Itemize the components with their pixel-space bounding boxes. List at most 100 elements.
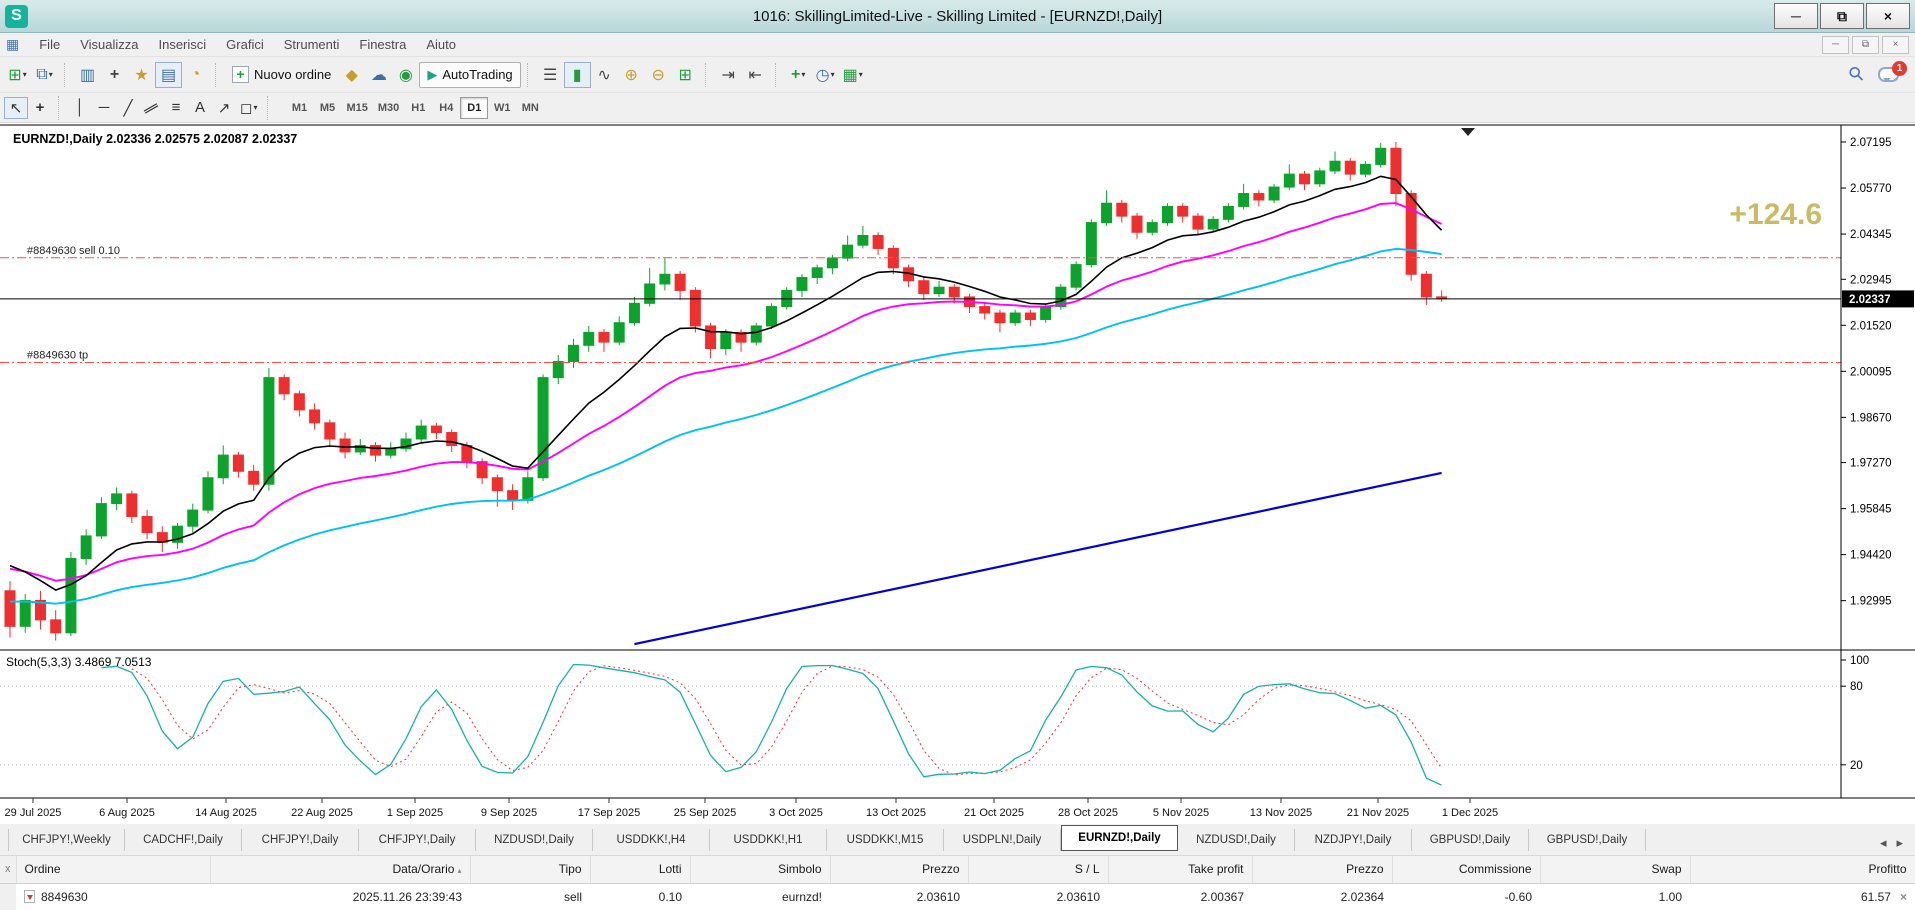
order-row[interactable]: 8849630 2025.11.26 23:39:43 sell 0.10 eu…	[0, 883, 1915, 910]
search-icon[interactable]: ⚲	[1844, 61, 1870, 87]
window-title: 1016: SkillingLimited-Live - Skilling Li…	[0, 8, 1915, 25]
arrow-tool[interactable]: ↗	[212, 97, 236, 119]
col-lotti[interactable]: Lotti	[590, 856, 690, 883]
toolbar-separator	[705, 63, 711, 87]
crosshair-tool-button[interactable]: +	[28, 97, 52, 119]
timeframe-m30[interactable]: M30	[373, 97, 404, 119]
tab-usddkk-m15[interactable]: USDDKK!,M15	[827, 829, 944, 851]
menu-grafici[interactable]: Grafici	[216, 35, 274, 54]
child-minimize-icon[interactable]: ─	[1822, 36, 1849, 54]
tab-chfjpy-weekly[interactable]: CHFJPY!,Weekly	[8, 829, 125, 851]
chart-shift-button[interactable]: ⇤	[742, 62, 769, 88]
child-restore-icon[interactable]: ⧉	[1852, 36, 1879, 54]
signals-button[interactable]: ◉	[392, 62, 419, 88]
cell-commissione: -0.60	[1392, 883, 1540, 910]
line-chart-button[interactable]: ∿	[591, 62, 618, 88]
tab-eurnzd-daily[interactable]: EURNZD!,Daily	[1061, 825, 1178, 851]
shapes-tool[interactable]: ◻▾	[236, 97, 261, 119]
menu-aiuto[interactable]: Aiuto	[416, 35, 466, 54]
navigator-button[interactable]: ★	[128, 62, 155, 88]
menu-visualizza[interactable]: Visualizza	[70, 35, 148, 54]
tab-scroll-left-icon[interactable]: ◂	[1880, 835, 1887, 851]
notifications-icon[interactable]: 1	[1878, 67, 1899, 82]
channel-tool[interactable]: ∥	[140, 97, 164, 119]
zoom-out-button[interactable]: ⊖	[645, 62, 672, 88]
tab-gbpusd-daily-1[interactable]: GBPUSD!,Daily	[1412, 829, 1529, 851]
menu-finestra[interactable]: Finestra	[349, 35, 416, 54]
timeframe-m15[interactable]: M15	[341, 97, 372, 119]
tab-cadchf-daily[interactable]: CADCHF!,Daily	[125, 829, 242, 851]
tab-nzdusd-daily-2[interactable]: NZDUSD!,Daily	[1178, 829, 1295, 851]
strategy-tester-button[interactable]: ◔	[182, 62, 209, 88]
timeframe-m5[interactable]: M5	[313, 97, 341, 119]
terminal-button[interactable]: ▤	[155, 62, 182, 88]
text-tool[interactable]: A	[188, 97, 212, 119]
timeframe-d1[interactable]: D1	[460, 97, 488, 119]
timeframe-w1[interactable]: W1	[488, 97, 516, 119]
menu-file[interactable]: File	[29, 35, 70, 54]
col-data-orario[interactable]: Data/Orario▴	[210, 856, 470, 883]
candlestick-chart-button[interactable]: ▮	[564, 62, 591, 88]
profiles-icon: ⧉	[36, 66, 47, 84]
zoom-in-button[interactable]: ⊕	[618, 62, 645, 88]
col-take-profit[interactable]: Take profit	[1108, 856, 1252, 883]
cursor-tool-button[interactable]: ↖	[4, 97, 28, 119]
periods-button[interactable]: ◷▾	[812, 62, 839, 88]
col-profitto[interactable]: Profitto	[1690, 856, 1915, 883]
panel-close-icon[interactable]: x	[0, 856, 16, 883]
child-close-icon[interactable]: ×	[1882, 36, 1909, 54]
auto-scroll-button[interactable]: ⇥	[715, 62, 742, 88]
timeframe-h1[interactable]: H1	[404, 97, 432, 119]
market-watch-button[interactable]: ▥	[74, 62, 101, 88]
vertical-line-tool[interactable]: │	[68, 97, 92, 119]
autotrading-toggle[interactable]: ▶ AutoTrading	[419, 62, 520, 88]
profiles-button[interactable]: ⧉▾	[31, 62, 58, 88]
menu-strumenti[interactable]: Strumenti	[274, 35, 350, 54]
tab-nzdusd-daily-1[interactable]: NZDUSD!,Daily	[476, 829, 593, 851]
col-profitto-label: Profitto	[1868, 862, 1906, 876]
new-order-icon: +	[232, 66, 249, 83]
timeframe-h4[interactable]: H4	[432, 97, 460, 119]
col-commissione[interactable]: Commissione	[1392, 856, 1540, 883]
tab-nzdjpy-daily[interactable]: NZDJPY!,Daily	[1295, 829, 1412, 851]
minimize-icon[interactable]: ─	[1774, 3, 1818, 29]
metaeditor-button[interactable]: ◆	[338, 62, 365, 88]
fibonacci-icon: ≡	[172, 99, 181, 116]
menu-inserisci[interactable]: Inserisci	[148, 35, 216, 54]
tab-chfjpy-daily-1[interactable]: CHFJPY!,Daily	[242, 829, 359, 851]
chart-area[interactable]: #8849630 sell 0.10#8849630 tp2.071952.05…	[0, 123, 1915, 824]
tab-usdpln-daily[interactable]: USDPLN!,Daily	[944, 829, 1061, 851]
bar-chart-button[interactable]: ☰	[537, 62, 564, 88]
data-window-button[interactable]: +	[101, 62, 128, 88]
templates-button[interactable]: ▦▾	[839, 62, 867, 88]
col-commissione-label: Commissione	[1459, 862, 1532, 876]
tab-gbpusd-daily-2[interactable]: GBPUSD!,Daily	[1529, 829, 1646, 851]
tile-windows-button[interactable]: ⊞	[672, 62, 699, 88]
timeframe-m1[interactable]: M1	[285, 97, 313, 119]
trendline-tool[interactable]: ╱	[116, 97, 140, 119]
mql-community-button[interactable]: ☁	[365, 62, 392, 88]
col-swap[interactable]: Swap	[1540, 856, 1690, 883]
timeframe-mn[interactable]: MN	[516, 97, 544, 119]
date-tick: 29 Jul 2025	[5, 807, 62, 819]
new-chart-button[interactable]: ⊞▾	[4, 62, 31, 88]
col-sl[interactable]: S / L	[968, 856, 1108, 883]
close-position-icon[interactable]: ×	[1900, 890, 1907, 904]
col-prezzo-corrente[interactable]: Prezzo	[1252, 856, 1392, 883]
tab-usddkk-h4[interactable]: USDDKK!,H4	[593, 829, 710, 851]
col-prezzo-apertura[interactable]: Prezzo	[830, 856, 968, 883]
new-order-button[interactable]: + Nuovo ordine	[225, 62, 338, 88]
indicators-button[interactable]: +▾	[785, 62, 812, 88]
horizontal-line-tool[interactable]: ─	[92, 97, 116, 119]
tab-chfjpy-daily-2[interactable]: CHFJPY!,Daily	[359, 829, 476, 851]
chart-window-icon: ▦	[6, 36, 19, 53]
fibonacci-tool[interactable]: ≡	[164, 97, 188, 119]
restore-icon[interactable]: ⧉	[1820, 3, 1864, 29]
tab-usddkk-h1[interactable]: USDDKK!,H1	[710, 829, 827, 851]
price-chart-canvas[interactable]: #8849630 sell 0.10#8849630 tp2.071952.05…	[0, 123, 1915, 824]
col-tipo[interactable]: Tipo	[470, 856, 590, 883]
tab-scroll-right-icon[interactable]: ▸	[1896, 835, 1903, 851]
col-simbolo[interactable]: Simbolo	[690, 856, 830, 883]
close-icon[interactable]: ×	[1866, 3, 1910, 29]
col-ordine[interactable]: Ordine	[16, 856, 210, 883]
